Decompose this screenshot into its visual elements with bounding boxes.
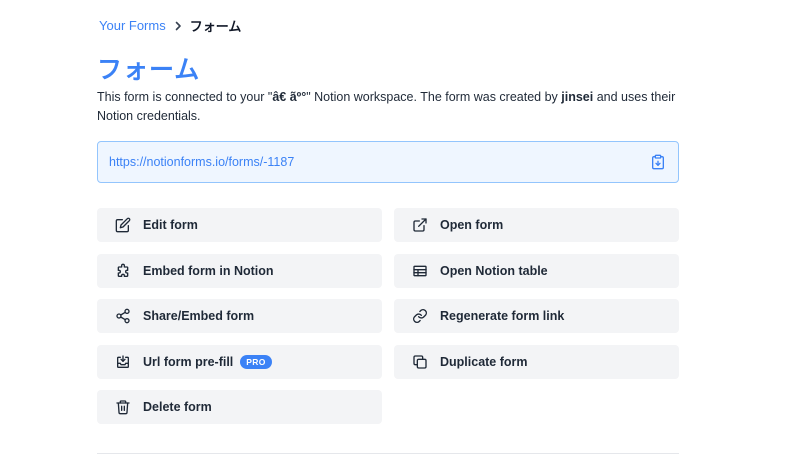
- page-title: フォーム: [97, 56, 201, 84]
- creator-name: jinsei: [561, 90, 594, 104]
- regenerate-link-button[interactable]: Regenerate form link: [394, 299, 679, 333]
- section-divider: [97, 453, 679, 454]
- form-url[interactable]: https://notionforms.io/forms/-1187: [109, 155, 294, 169]
- share-embed-button[interactable]: Share/Embed form: [97, 299, 382, 333]
- duplicate-form-label: Duplicate form: [440, 355, 528, 369]
- share-icon: [115, 308, 131, 324]
- link-icon: [412, 308, 428, 324]
- open-form-label: Open form: [440, 218, 504, 232]
- breadcrumb-current: フォーム: [189, 19, 242, 34]
- form-url-box[interactable]: https://notionforms.io/forms/-1187: [97, 141, 679, 183]
- duplicate-form-button[interactable]: Duplicate form: [394, 345, 679, 379]
- edit-form-label: Edit form: [143, 218, 198, 232]
- open-form-button[interactable]: Open form: [394, 208, 679, 242]
- edit-form-button[interactable]: Edit form: [97, 208, 382, 242]
- url-prefill-button[interactable]: Url form pre-fill PRO: [97, 345, 382, 379]
- url-prefill-label: Url form pre-fill: [143, 355, 234, 369]
- external-link-icon: [412, 217, 428, 233]
- form-description: This form is connected to your "â€ ãº°" …: [97, 88, 687, 126]
- form-detail-page: Your Forms フォーム フォーム This form is connec…: [0, 0, 800, 456]
- delete-form-label: Delete form: [143, 400, 212, 414]
- share-embed-label: Share/Embed form: [143, 309, 255, 323]
- delete-form-button[interactable]: Delete form: [97, 390, 382, 424]
- description-prefix: This form is connected to your ": [97, 90, 273, 104]
- puzzle-icon: [115, 263, 131, 279]
- embed-in-notion-button[interactable]: Embed form in Notion: [97, 254, 382, 288]
- table-icon: [412, 263, 428, 279]
- workspace-name: â€ ãº°: [272, 90, 307, 104]
- open-notion-table-button[interactable]: Open Notion table: [394, 254, 679, 288]
- inbox-download-icon: [115, 354, 131, 370]
- clipboard-copy-icon[interactable]: [650, 154, 666, 170]
- regenerate-link-label: Regenerate form link: [440, 309, 565, 323]
- trash-icon: [115, 399, 131, 415]
- description-middle: " Notion workspace. The form was created…: [306, 90, 562, 104]
- chevron-right-icon: [173, 21, 183, 31]
- open-notion-table-label: Open Notion table: [440, 264, 548, 278]
- pencil-square-icon: [115, 217, 131, 233]
- duplicate-icon: [412, 354, 428, 370]
- breadcrumb-your-forms-link[interactable]: Your Forms: [99, 18, 166, 33]
- breadcrumb: Your Forms フォーム: [99, 16, 241, 35]
- embed-in-notion-label: Embed form in Notion: [143, 264, 274, 278]
- pro-badge: PRO: [240, 355, 272, 369]
